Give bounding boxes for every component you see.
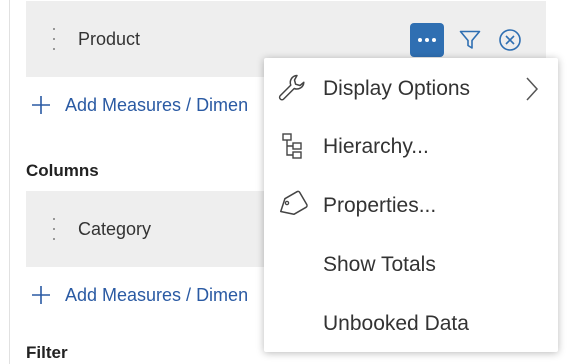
panel-left-border [9,0,10,364]
drag-handle-icon[interactable] [52,28,56,50]
menu-item-label: Hierarchy... [323,135,429,158]
wrench-icon [278,74,305,101]
add-measures-dimensions-link-rows[interactable]: Add Measures / Dimen [31,92,248,118]
menu-item-show-totals[interactable]: Show Totals [264,235,558,293]
add-link-label: Add Measures / Dimen [65,94,249,115]
section-title-filter: Filter [26,343,68,362]
tag-icon [279,190,308,216]
plus-icon [32,96,50,114]
drag-handle-icon[interactable] [52,218,56,240]
dimension-label-category: Category [78,219,152,239]
menu-item-unbooked-data[interactable]: Unbooked Data [264,294,558,352]
more-options-button[interactable] [410,23,444,57]
circle-close-icon [499,29,521,51]
plus-icon [32,286,50,304]
more-horizontal-icon [418,38,436,42]
menu-item-display-options[interactable]: Display Options [264,59,558,117]
remove-button[interactable] [498,28,522,52]
menu-item-properties[interactable]: Properties... [264,176,558,234]
hierarchy-icon [282,133,302,159]
filter-icon [459,30,481,49]
add-measures-dimensions-link-columns[interactable]: Add Measures / Dimen [31,282,248,308]
add-link-label: Add Measures / Dimen [65,284,249,305]
chevron-right-icon [526,77,539,101]
context-menu: Display Options Hierarchy... Properties.… [264,58,558,352]
section-title-columns: Columns [26,161,99,180]
menu-item-hierarchy[interactable]: Hierarchy... [264,117,558,175]
menu-item-label: Properties... [323,194,437,217]
menu-item-label: Unbooked Data [323,312,469,335]
dimension-label-product: Product [78,29,141,49]
menu-item-label: Show Totals [323,253,436,276]
menu-item-label: Display Options [323,77,471,100]
filter-button[interactable] [458,28,482,52]
